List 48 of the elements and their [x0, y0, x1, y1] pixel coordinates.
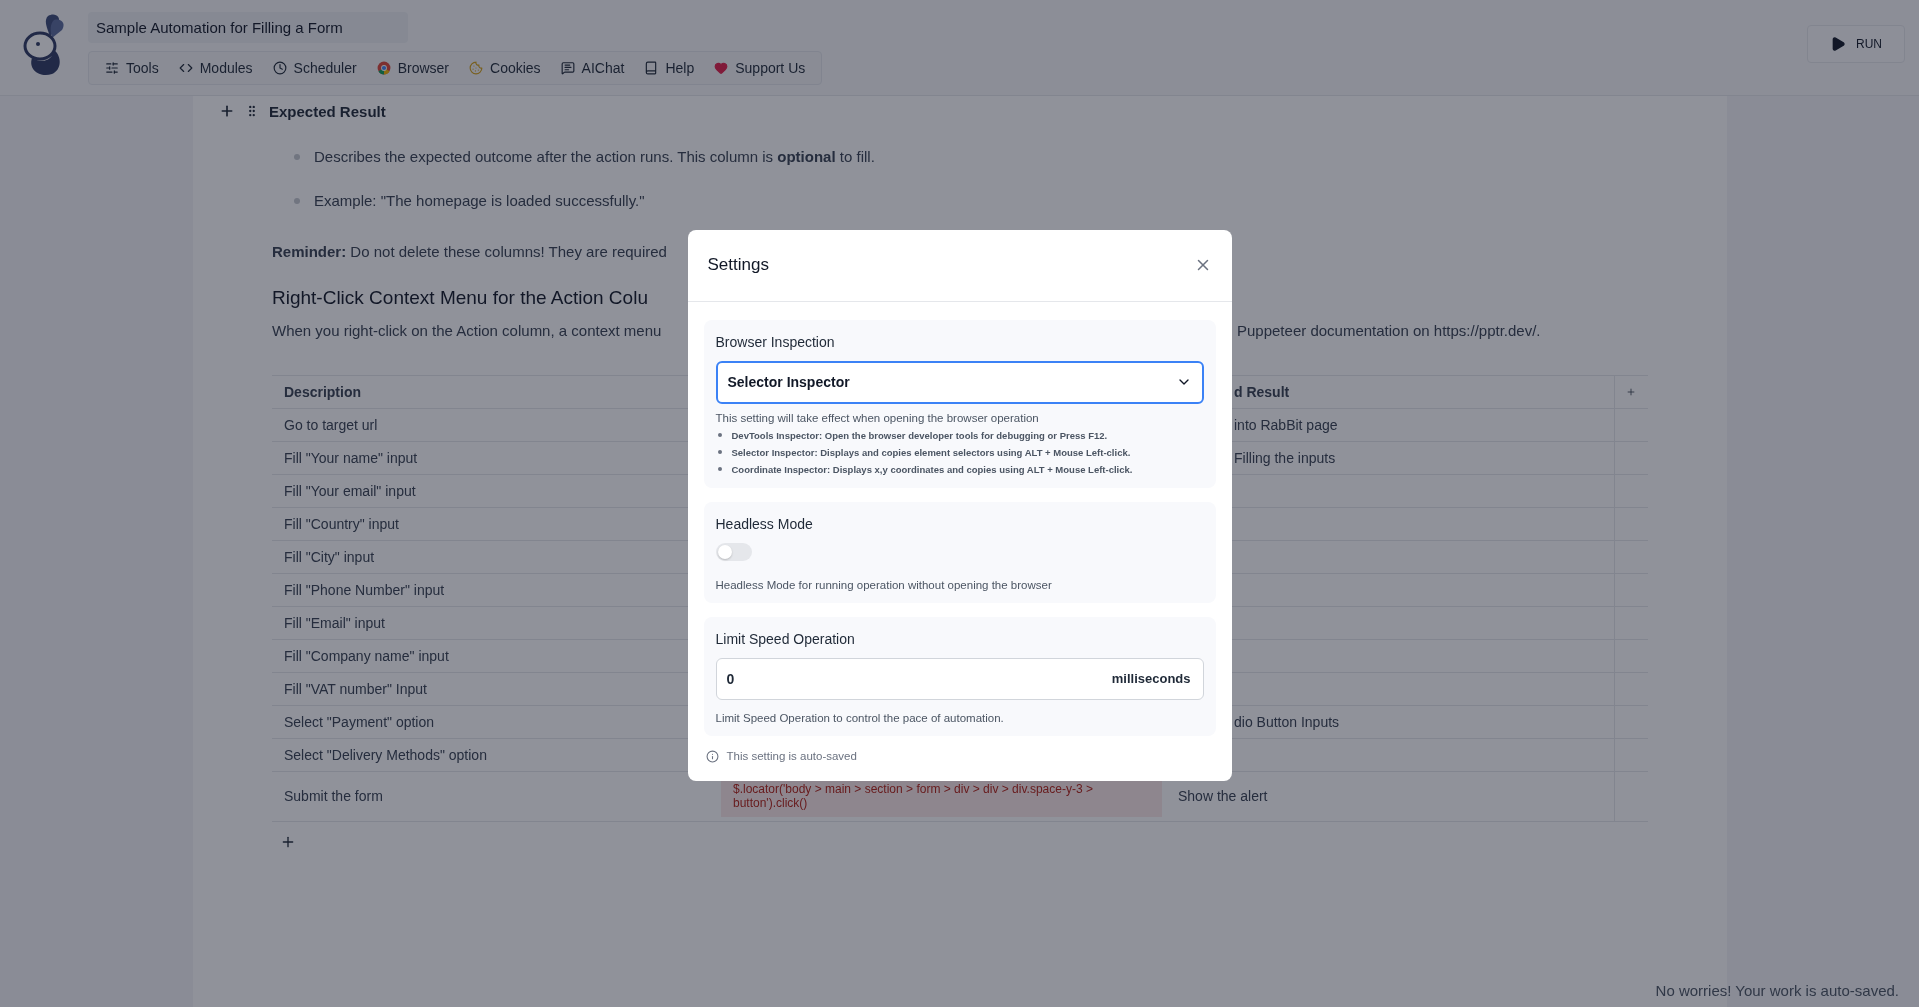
hint-text: Limit Speed Operation to control the pace of automation.: [715, 711, 1005, 724]
toggle-switch[interactable]: [715, 542, 752, 561]
sliders-icon: [105, 61, 119, 75]
cookie-icon: [469, 61, 483, 75]
info-icon: [705, 749, 719, 763]
paragraph-text: When you right-click on the Action column, a context menu: [272, 322, 663, 339]
play-icon: [1830, 36, 1846, 52]
number-field[interactable]: 0 milliseconds: [715, 657, 1204, 700]
bullet-dot: [717, 433, 722, 437]
dialog-title: Settings: [707, 255, 769, 275]
bullet-dot: [717, 467, 722, 471]
nav-item[interactable]: Support Us: [704, 54, 816, 82]
bullet-dot: [294, 153, 300, 160]
nav-item[interactable]: Cookies: [459, 54, 551, 82]
hint-text: This setting will take effect when opening the browser operation: [715, 411, 1040, 424]
nav-item[interactable]: Modules: [168, 54, 263, 82]
nav-item[interactable]: Tools: [95, 54, 169, 82]
bullet-dot: [717, 450, 722, 454]
title-field[interactable]: Sample Automation for Filling a Form: [88, 12, 408, 43]
nav-item[interactable]: Help: [634, 54, 705, 82]
autosave-note: No worries! Your work is auto-saved.: [1655, 982, 1899, 999]
heart-icon: [714, 61, 729, 75]
section-label: Headless Mode: [715, 515, 814, 532]
section-label: Browser Inspection: [715, 333, 836, 350]
chat-icon: [560, 61, 575, 75]
clock-icon: [272, 61, 287, 75]
footer-text: This setting is auto-saved: [726, 750, 857, 762]
note-item: DevTools Inspector: Open the browser developer tools for debugging or Press F12.: [731, 428, 1108, 442]
bullet-text: Example: "The homepage is loaded successfully.": [314, 192, 645, 209]
browser-icon: [376, 61, 391, 75]
bullet-text: Describes the expected outcome after the action runs. This column is optional to fill.: [314, 148, 875, 165]
reminder-text: Reminder: Do not delete these columns! They are required: [272, 243, 667, 260]
section-label: Limit Speed Operation: [715, 630, 856, 647]
code-icon: [178, 61, 193, 75]
paragraph-text: Puppeteer documentation on https://pptr.dev/.: [1237, 322, 1541, 339]
nav-item[interactable]: Browser: [366, 54, 459, 82]
select-field[interactable]: Selector Inspector: [715, 360, 1204, 404]
note-item: Selector Inspector: Displays and copies element selectors using ALT + Mouse Left-click.: [731, 445, 1131, 459]
add-icon[interactable]: [219, 103, 235, 119]
book-icon: [644, 61, 659, 75]
nav-item[interactable]: AIChat: [550, 54, 635, 82]
section-heading: Right-Click Context Menu for the Action Colu: [272, 287, 648, 309]
hint-text: Headless Mode for running operation without opening the browser: [715, 578, 1053, 591]
run-button[interactable]: RUN: [1807, 25, 1905, 63]
nav-item[interactable]: Scheduler: [262, 54, 367, 82]
note-item: Coordinate Inspector: Displays x,y coordinates and copies using ALT + Mouse Left-click.: [731, 462, 1133, 476]
block-title: Expected Result: [269, 102, 386, 120]
bullet-dot: [294, 197, 300, 204]
